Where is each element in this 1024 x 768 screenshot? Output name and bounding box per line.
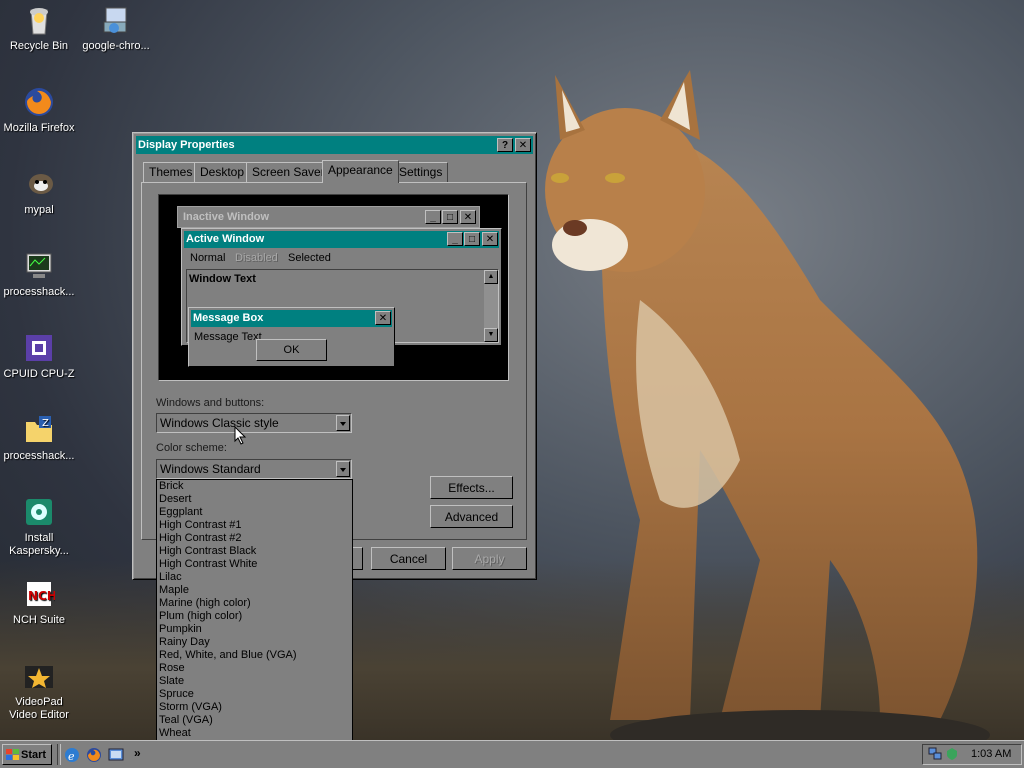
color-scheme-option[interactable]: Desert xyxy=(157,493,352,506)
firefox-icon xyxy=(23,86,55,118)
color-scheme-option[interactable]: Brick xyxy=(157,480,352,493)
scroll-up-icon: ▲ xyxy=(484,270,498,284)
tab-desktop[interactable]: Desktop xyxy=(194,162,251,182)
tab-appearance[interactable]: Appearance xyxy=(322,160,399,183)
start-label: Start xyxy=(21,749,47,761)
desktop-icon-mypal[interactable]: mypal xyxy=(0,168,78,217)
color-scheme-option[interactable]: Storm (VGA) xyxy=(157,701,352,714)
windows-buttons-value: Windows Classic style xyxy=(160,416,279,430)
menu-disabled: Disabled xyxy=(235,252,278,264)
dialog-title: Display Properties xyxy=(138,139,235,151)
preview-ok-button: OK xyxy=(256,339,327,361)
color-scheme-option[interactable]: Rainy Day xyxy=(157,636,352,649)
color-scheme-option[interactable]: Marine (high color) xyxy=(157,597,352,610)
desktop-icon-videopad[interactable]: VideoPad Video Editor xyxy=(0,660,78,722)
window-text-label: Window Text xyxy=(189,273,256,285)
installer-icon xyxy=(100,4,132,36)
color-scheme-option[interactable]: Lilac xyxy=(157,571,352,584)
color-scheme-label: Color scheme: xyxy=(156,442,227,454)
help-button[interactable]: ? xyxy=(497,138,513,152)
desktop-icon-kaspersky[interactable]: Install Kaspersky... xyxy=(0,496,78,558)
dialog-title-bar[interactable]: Display Properties ? ✕ xyxy=(136,136,533,154)
inactive-maximize-icon: □ xyxy=(442,210,458,224)
network-icon[interactable] xyxy=(928,747,942,761)
desktop-icon-google-chrome-installer[interactable]: google-chro... xyxy=(77,4,155,53)
tab-themes[interactable]: Themes xyxy=(143,162,199,182)
message-box-title: Message Box xyxy=(191,310,392,327)
color-scheme-option[interactable]: Plum (high color) xyxy=(157,610,352,623)
taskbar: Start e » 1:03 AM xyxy=(0,740,1024,768)
cancel-button[interactable]: Cancel xyxy=(371,547,446,570)
color-scheme-option[interactable]: Pumpkin xyxy=(157,623,352,636)
svg-text:NCH: NCH xyxy=(28,589,55,603)
firefox-quick-launch-icon[interactable] xyxy=(86,747,102,763)
tab-settings[interactable]: Settings xyxy=(393,162,449,182)
svg-text:Z: Z xyxy=(42,418,49,429)
kaspersky-icon xyxy=(23,496,55,528)
color-scheme-value: Windows Standard xyxy=(160,462,261,476)
menu-normal: Normal xyxy=(190,252,226,264)
color-scheme-option[interactable]: Slate xyxy=(157,675,352,688)
cpu-z-icon xyxy=(23,332,55,364)
color-scheme-option[interactable]: Spruce xyxy=(157,688,352,701)
mouse-cursor-icon xyxy=(234,426,247,445)
color-scheme-option[interactable]: High Contrast #2 xyxy=(157,532,352,545)
color-scheme-dropdown[interactable]: Brick Desert Eggplant High Contrast #1 High … xyxy=(156,479,353,767)
message-box-close-icon: ✕ xyxy=(375,311,391,325)
color-scheme-option[interactable]: High Contrast #1 xyxy=(157,519,352,532)
quick-launch-more-icon[interactable]: » xyxy=(134,746,141,760)
quick-launch-separator xyxy=(57,744,61,765)
windows-buttons-select[interactable]: Windows Classic style xyxy=(156,413,352,433)
advanced-button[interactable]: Advanced xyxy=(430,505,513,528)
color-scheme-option[interactable]: Rose xyxy=(157,662,352,675)
desktop-icon-firefox[interactable]: Mozilla Firefox xyxy=(0,86,78,135)
nch-suite-icon: NCH xyxy=(23,578,57,610)
zip-folder-icon: Z xyxy=(23,414,55,446)
scroll-down-icon: ▼ xyxy=(484,328,498,342)
color-scheme-option[interactable]: Eggplant xyxy=(157,506,352,519)
preview-scrollbar: ▲ ▼ xyxy=(484,270,498,342)
desktop-icon-nch-suite[interactable]: NCH NCH Suite xyxy=(0,578,78,627)
desktop-icon-processhacker-zip[interactable]: Z processhack... xyxy=(0,414,78,463)
show-desktop-icon[interactable] xyxy=(108,747,124,763)
system-tray: 1:03 AM xyxy=(922,744,1022,765)
effects-button[interactable]: Effects... xyxy=(430,476,513,499)
svg-text:e: e xyxy=(68,750,75,763)
security-tray-icon[interactable] xyxy=(945,747,959,761)
message-box-preview: Message Box ✕ Message Text OK xyxy=(188,307,395,367)
mypal-icon xyxy=(23,168,55,200)
color-scheme-option[interactable]: High Contrast White xyxy=(157,558,352,571)
close-button[interactable]: ✕ xyxy=(515,138,531,152)
desktop-icon-recycle-bin[interactable]: Recycle Bin xyxy=(0,4,78,53)
windows-logo-icon xyxy=(6,749,19,760)
color-scheme-option[interactable]: Teal (VGA) xyxy=(157,714,352,727)
active-close-icon: ✕ xyxy=(482,232,498,246)
color-scheme-option[interactable]: High Contrast Black xyxy=(157,545,352,558)
chevron-down-icon[interactable] xyxy=(336,461,350,477)
desktop-icon-processhacker[interactable]: processhack... xyxy=(0,250,78,299)
active-maximize-icon: □ xyxy=(464,232,480,246)
inactive-close-icon: ✕ xyxy=(460,210,476,224)
apply-button[interactable]: Apply xyxy=(452,547,527,570)
internet-explorer-icon[interactable]: e xyxy=(64,747,80,763)
color-scheme-option[interactable]: Maple xyxy=(157,584,352,597)
color-scheme-select[interactable]: Windows Standard xyxy=(156,459,352,479)
inactive-minimize-icon: _ xyxy=(425,210,441,224)
desktop-icon-cpu-z[interactable]: CPUID CPU-Z xyxy=(0,332,78,381)
message-text: Message Text xyxy=(194,331,262,343)
videopad-icon xyxy=(23,660,55,692)
tab-screen-saver[interactable]: Screen Saver xyxy=(246,162,331,182)
active-minimize-icon: _ xyxy=(447,232,463,246)
windows-buttons-label: Windows and buttons: xyxy=(156,397,265,409)
color-scheme-option[interactable]: Red, White, and Blue (VGA) xyxy=(157,649,352,662)
inactive-window-preview: Inactive Window _ □ ✕ xyxy=(177,206,480,228)
chevron-down-icon[interactable] xyxy=(336,415,350,431)
process-hacker-icon xyxy=(23,250,55,282)
color-scheme-option[interactable]: Wheat xyxy=(157,727,352,740)
menu-selected: Selected xyxy=(288,252,331,264)
clock[interactable]: 1:03 AM xyxy=(971,745,1011,764)
recycle-bin-icon xyxy=(23,4,55,36)
start-button[interactable]: Start xyxy=(2,744,52,765)
